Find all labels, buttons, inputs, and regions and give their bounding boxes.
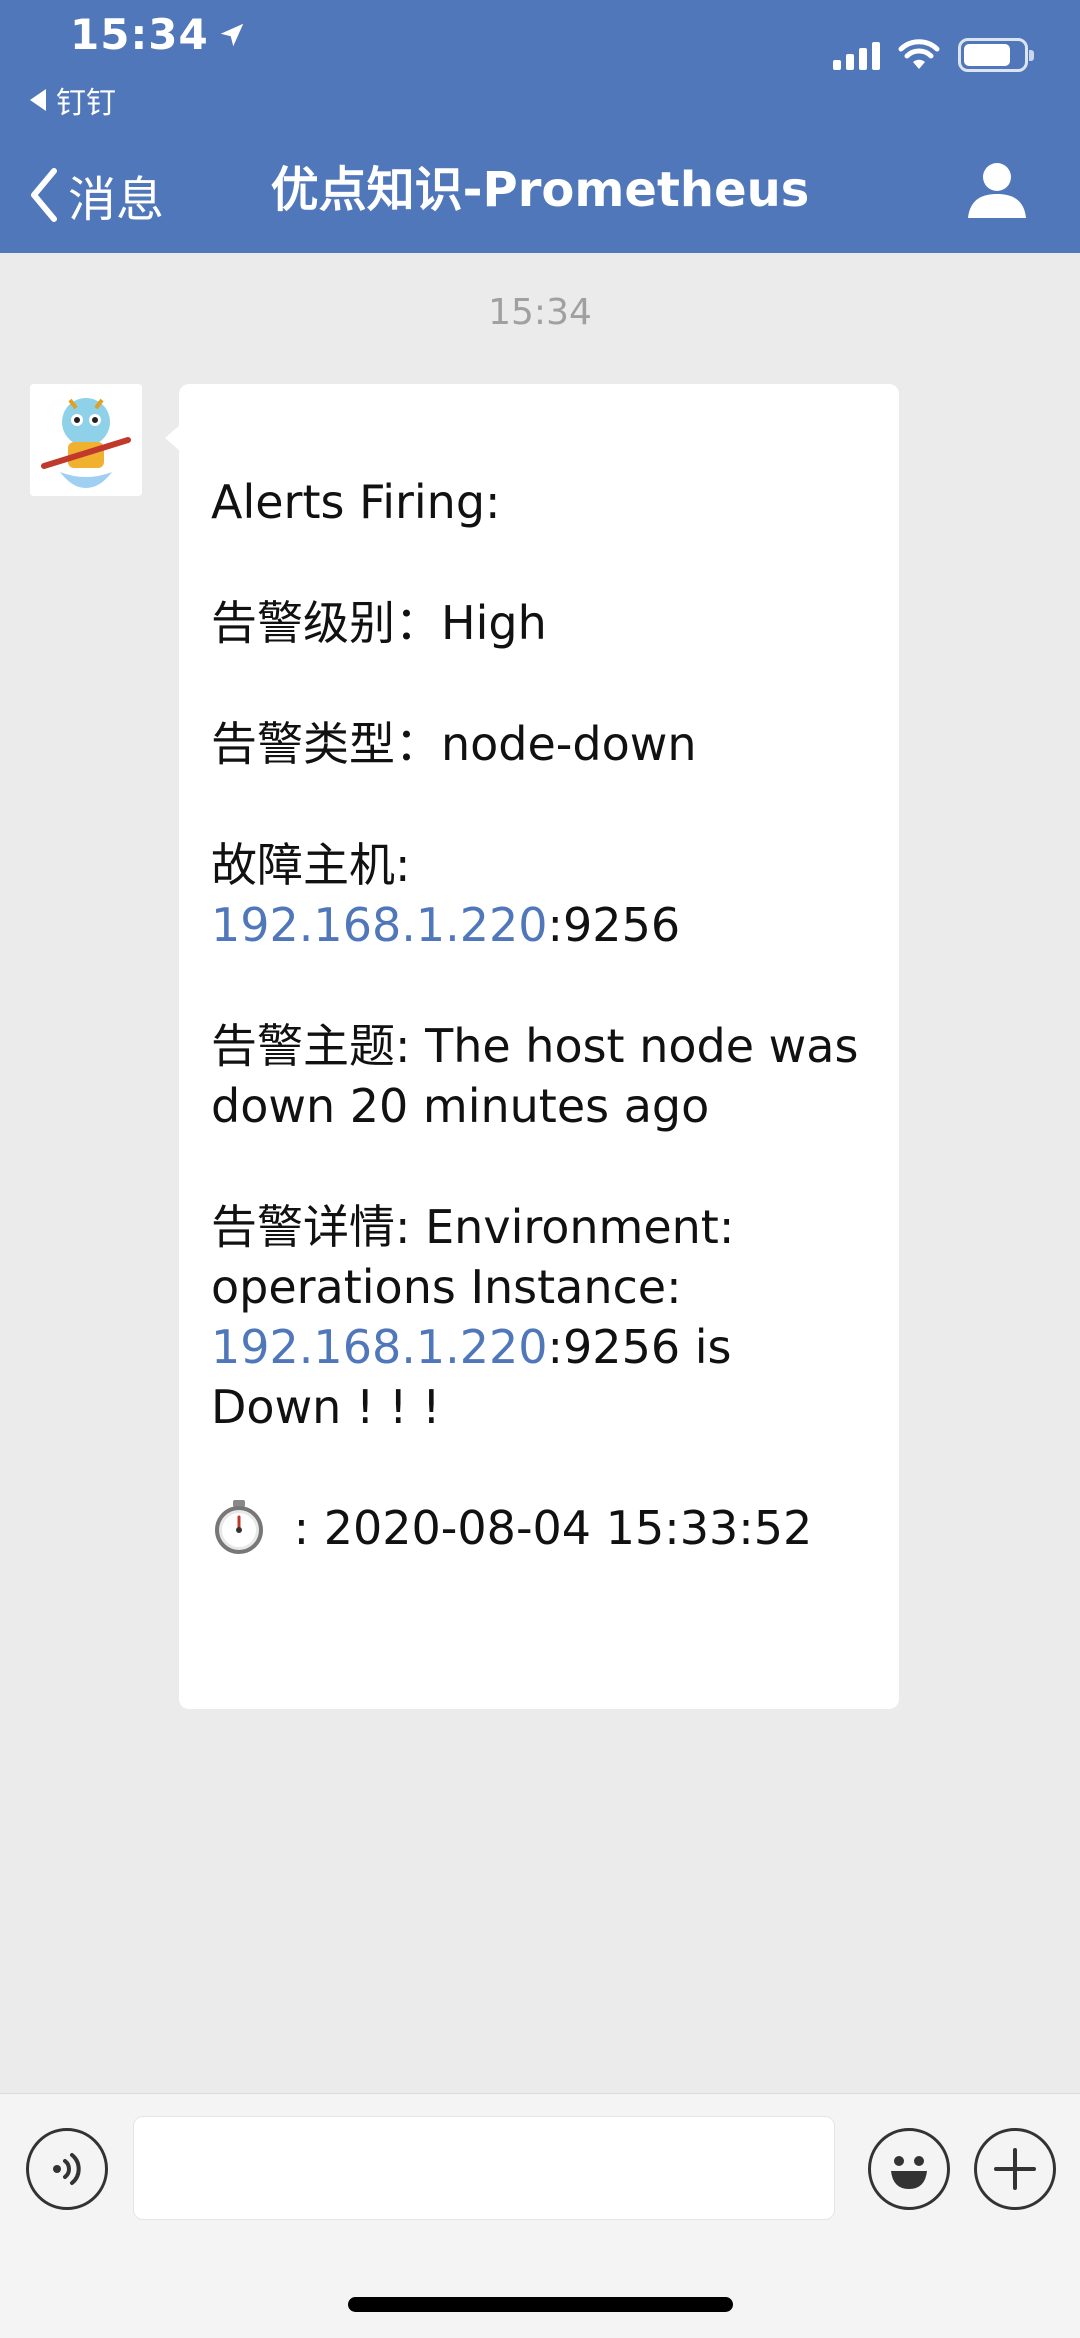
top-bar: 15:34 钉钉 消息 优点知识-Prometheus (0, 0, 1080, 253)
message-timestamp: 15:34 (488, 292, 592, 333)
alert-detail: 告警详情: Environment: operations Instance: … (211, 1200, 735, 1434)
alert-header: Alerts Firing: (211, 475, 501, 529)
battery-icon (958, 38, 1034, 72)
avatar[interactable] (30, 384, 142, 496)
plus-icon (994, 2148, 1036, 2190)
profile-icon[interactable] (966, 160, 1028, 220)
message-input[interactable] (133, 2116, 835, 2220)
home-indicator[interactable] (348, 2297, 733, 2312)
status-time: 15:34 (70, 10, 247, 59)
wifi-icon (898, 39, 940, 69)
chat-title: 优点知识-Prometheus (270, 162, 810, 218)
voice-icon (53, 2153, 81, 2185)
emoji-icon (891, 2156, 927, 2189)
emoji-button[interactable] (868, 2128, 950, 2210)
stopwatch-icon (215, 1500, 263, 1554)
message-text: Alerts Firing: 告警级别：High 告警类型：node-down … (211, 472, 871, 1619)
alert-subject: 告警主题: The host node was down 20 minutes … (211, 1019, 859, 1133)
back-triangle-icon (30, 89, 46, 111)
back-to-app-button[interactable]: 钉钉 (30, 78, 116, 122)
detail-ip-link[interactable]: 192.168.1.220 (211, 1320, 548, 1374)
bot-avatar-icon (30, 384, 142, 496)
voice-button[interactable] (26, 2128, 108, 2210)
message-bubble[interactable]: Alerts Firing: 告警级别：High 告警类型：node-down … (165, 384, 899, 1709)
plus-button[interactable] (974, 2128, 1056, 2210)
alert-host: 故障主机: 192.168.1.220:9256 (211, 838, 681, 952)
status-icons (833, 38, 1034, 72)
alert-level: 告警级别：High (211, 596, 547, 650)
alert-time: : 2020-08-04 15:33:52 (211, 1498, 871, 1558)
signal-icon (833, 40, 880, 70)
location-arrow-icon (220, 23, 243, 46)
host-ip-link[interactable]: 192.168.1.220 (211, 898, 548, 952)
alert-type: 告警类型：node-down (211, 717, 697, 771)
